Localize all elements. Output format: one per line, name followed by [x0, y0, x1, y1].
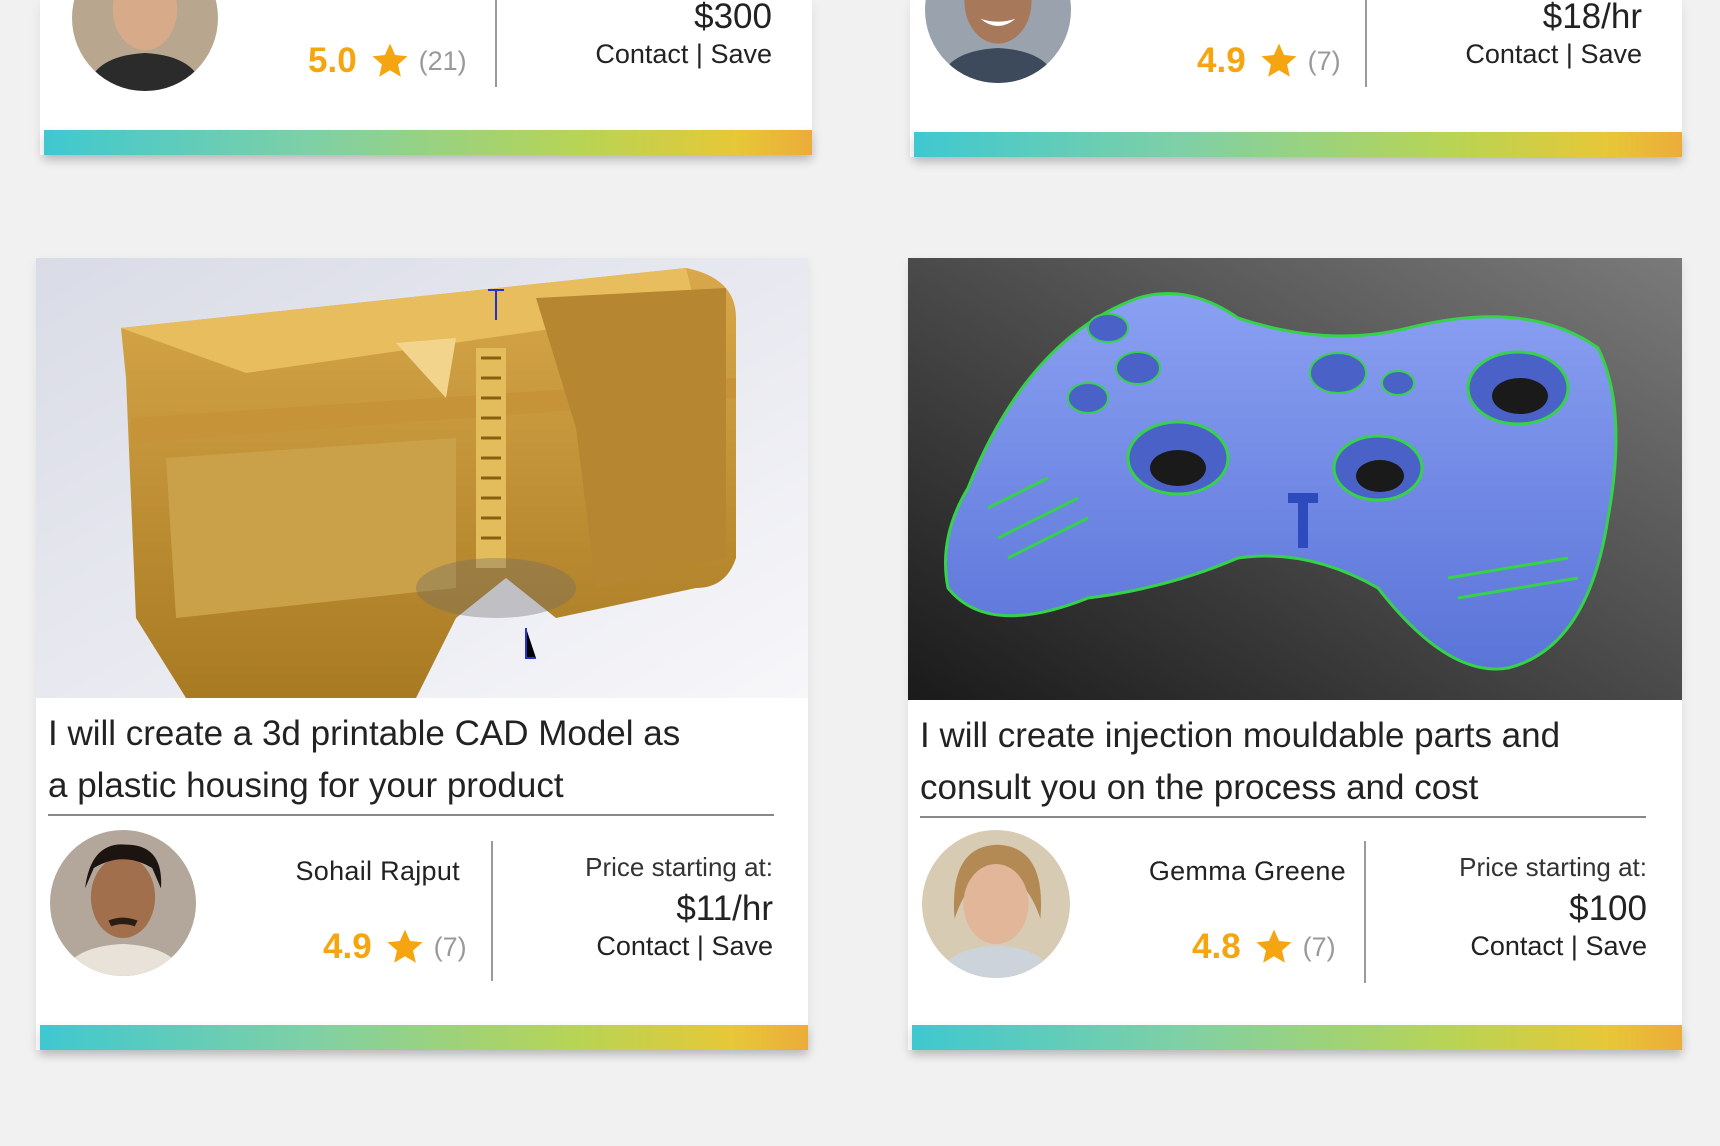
save-link[interactable]: Save [1580, 39, 1642, 69]
rating-score: 4.9 [1197, 41, 1246, 80]
price-value: $100 [1569, 889, 1647, 928]
gig-card[interactable]: I will create a 3d printable CAD Model a… [36, 258, 808, 1050]
card-gradient-bar [44, 130, 812, 155]
gig-title-line: I will create a 3d printable CAD Model a… [48, 714, 681, 753]
save-link[interactable]: Save [710, 39, 772, 69]
price-box: $300 Contact | Save [595, 0, 772, 70]
seller-name[interactable]: Gemma Greene [1149, 856, 1346, 887]
card-actions: Contact | Save [1459, 931, 1647, 962]
rating-count: (21) [418, 45, 467, 76]
seller-avatar[interactable] [925, 0, 1071, 83]
gig-thumbnail[interactable] [36, 258, 808, 698]
price-label: Price starting at: [1459, 852, 1647, 882]
gig-card[interactable]: 5.0 (21) $300 Contact | Save [40, 0, 812, 155]
price-value: $300 [694, 0, 772, 36]
price-value: $11/hr [676, 889, 773, 928]
card-actions: Contact | Save [585, 931, 773, 962]
action-separator: | [688, 39, 711, 69]
card-gradient-bar [914, 132, 1682, 157]
rating-count: (7) [1302, 931, 1336, 962]
price-box: Price starting at: $11/hr Contact | Save [585, 852, 773, 962]
star-icon [1261, 43, 1297, 77]
save-link[interactable]: Save [1585, 931, 1647, 961]
seller-rating: 4.9 (7) [1197, 40, 1341, 82]
action-separator: | [1563, 931, 1586, 961]
save-link[interactable]: Save [711, 931, 773, 961]
gig-title-line: I will create injection mouldable parts … [920, 716, 1561, 755]
star-icon [1256, 929, 1292, 963]
rating-score: 5.0 [308, 41, 357, 80]
action-separator: | [689, 931, 712, 961]
divider [1365, 0, 1367, 87]
divider [1364, 841, 1366, 983]
price-box: Price starting at: $100 Contact | Save [1459, 852, 1647, 962]
gig-card[interactable]: I will create injection mouldable parts … [908, 258, 1682, 1050]
seller-name[interactable]: Sohail Rajput [295, 856, 460, 887]
action-separator: | [1558, 39, 1581, 69]
card-gradient-bar [40, 1025, 808, 1050]
contact-link[interactable]: Contact [1470, 931, 1563, 961]
gig-thumbnail[interactable] [908, 258, 1682, 700]
seller-rating: 4.9 (7) [323, 926, 467, 968]
rating-count: (7) [1307, 45, 1341, 76]
seller-avatar[interactable] [922, 830, 1070, 978]
price-label: Price starting at: [585, 852, 773, 882]
contact-link[interactable]: Contact [596, 931, 689, 961]
divider [491, 841, 493, 981]
star-icon [387, 929, 423, 963]
seller-rating: 4.8 (7) [1192, 926, 1336, 968]
gig-card[interactable]: 4.9 (7) $18/hr Contact | Save [910, 0, 1682, 157]
rating-count: (7) [433, 931, 467, 962]
rating-score: 4.8 [1192, 927, 1241, 966]
rating-score: 4.9 [323, 927, 372, 966]
seller-avatar[interactable] [50, 830, 196, 976]
star-icon [372, 43, 408, 77]
contact-link[interactable]: Contact [595, 39, 688, 69]
gig-title[interactable]: I will create injection mouldable parts … [920, 710, 1646, 818]
divider [495, 0, 497, 87]
price-box: $18/hr Contact | Save [1465, 0, 1642, 70]
gig-title-line: consult you on the process and cost [920, 768, 1479, 807]
gig-title-line: a plastic housing for your product [48, 766, 564, 805]
price-value: $18/hr [1542, 0, 1642, 36]
seller-rating: 5.0 (21) [308, 40, 467, 82]
card-actions: Contact | Save [1465, 39, 1642, 70]
contact-link[interactable]: Contact [1465, 39, 1558, 69]
seller-avatar[interactable] [72, 0, 218, 91]
card-gradient-bar [912, 1025, 1682, 1050]
card-actions: Contact | Save [595, 39, 772, 70]
gig-title[interactable]: I will create a 3d printable CAD Model a… [48, 708, 774, 816]
